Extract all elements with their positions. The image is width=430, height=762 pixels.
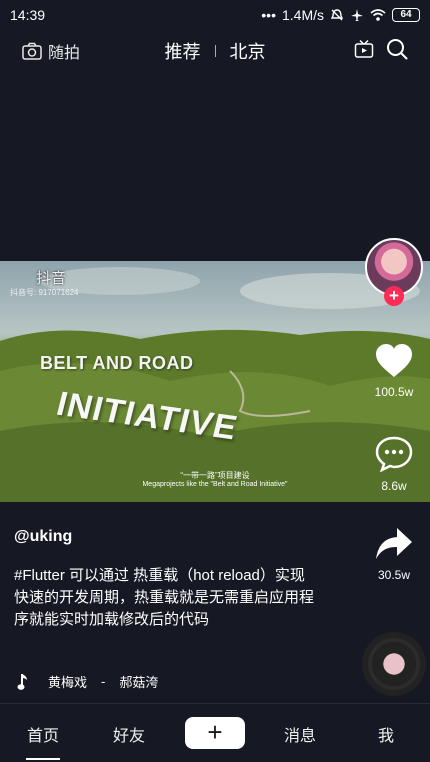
music-title: 黄梅戏 [48, 675, 88, 690]
nav-active-indicator [26, 758, 60, 760]
nav-friends[interactable]: 好友 [113, 722, 145, 746]
music-disc-icon[interactable] [368, 638, 420, 690]
watermark-logo: 抖音 [36, 270, 67, 287]
share-count: 30.5w [377, 568, 411, 582]
music-note-icon [17, 673, 27, 690]
share-arrow-icon [376, 528, 412, 559]
like-count: 100.5w [374, 385, 414, 399]
video-overlay-title: BELT AND ROAD [40, 353, 194, 373]
network-speed: 1.4M/s [281, 7, 324, 23]
heart-icon [376, 344, 412, 377]
search-button[interactable] [386, 38, 408, 65]
share-button[interactable]: 30.5w [364, 527, 424, 582]
author-avatar-container: + [365, 238, 423, 306]
music-separator: - [101, 674, 106, 689]
tab-recommend[interactable]: 推荐 [165, 38, 201, 64]
comment-button[interactable]: 8.6w [364, 436, 424, 493]
mute-alarm-icon [330, 9, 344, 21]
search-icon [387, 39, 408, 60]
comment-count: 8.6w [381, 479, 407, 493]
tv-icon [354, 39, 374, 58]
status-icons: ••• 1.4M/s 64 [261, 7, 420, 23]
watermark-id: 抖音号: 917071624 [10, 288, 79, 297]
top-bar: 随拍 推荐 北京 [0, 30, 430, 70]
music-artist: 郝菇洿 [119, 675, 159, 690]
tab-local[interactable]: 北京 [230, 38, 266, 64]
video-description: #Flutter 可以通过 热重载（hot reload）实现快速的开发周期，热… [14, 567, 315, 628]
music-info[interactable]: 黄梅戏 - 郝菇洿 [14, 672, 158, 691]
battery-indicator: 64 [392, 8, 420, 22]
author-handle[interactable]: @uking [14, 528, 72, 546]
bottom-nav: 首页 好友 + 消息 我 [0, 703, 430, 762]
more-dots-icon: ••• [261, 7, 276, 23]
follow-button[interactable]: + [384, 286, 404, 306]
status-bar: 14:39 ••• 1.4M/s 64 [0, 0, 430, 30]
live-tv-button[interactable] [354, 39, 374, 64]
nav-me[interactable]: 我 [378, 722, 394, 746]
airplane-icon [351, 9, 363, 21]
status-time: 14:39 [10, 7, 46, 23]
tab-divider [214, 45, 216, 57]
nav-home[interactable]: 首页 [27, 722, 59, 746]
nav-messages[interactable]: 消息 [284, 722, 316, 746]
comment-icon [375, 436, 413, 473]
create-video-button[interactable]: + [185, 717, 245, 749]
wifi-icon [370, 9, 386, 21]
like-button[interactable]: 100.5w [364, 344, 424, 399]
